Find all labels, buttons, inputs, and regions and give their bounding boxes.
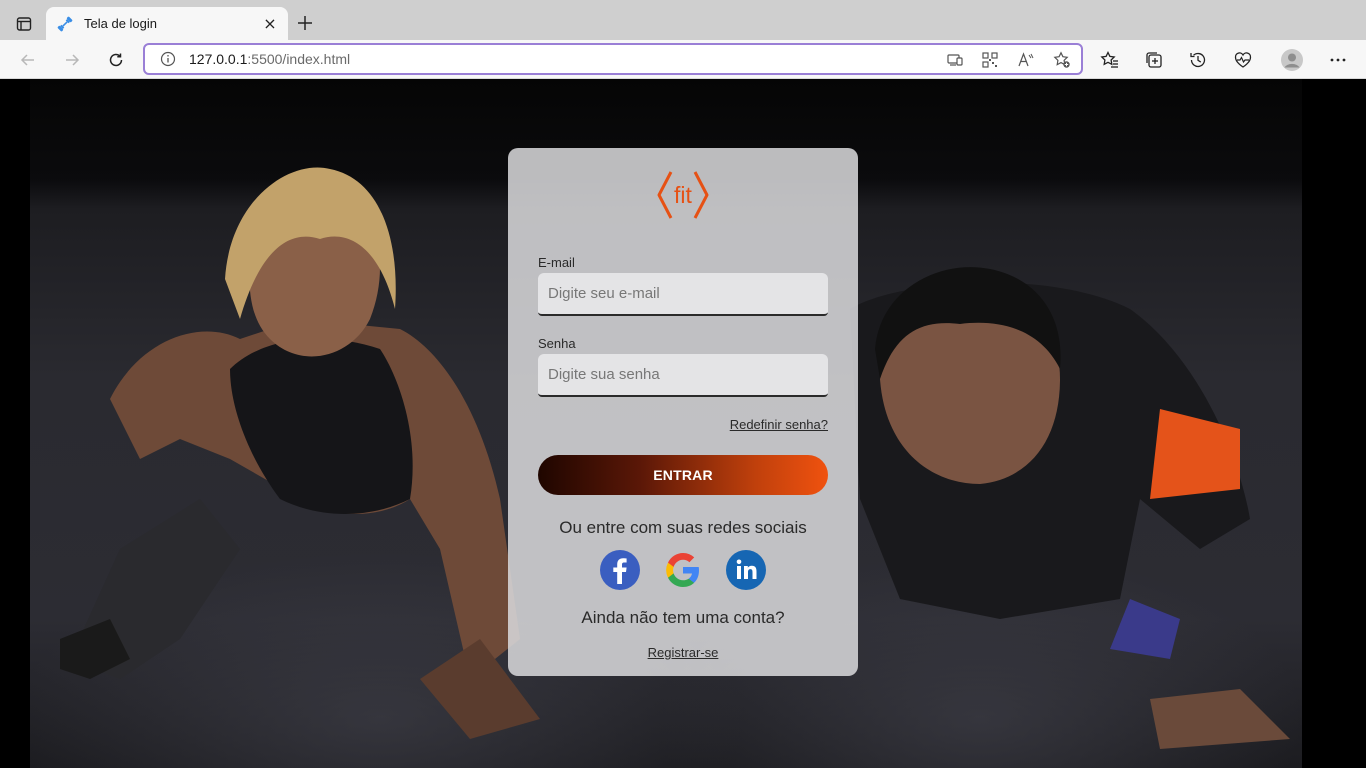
- url-path: :5500/index.html: [247, 51, 351, 67]
- browser-tab[interactable]: Tela de login ×: [46, 7, 288, 40]
- add-favorite-icon[interactable]: [1052, 50, 1072, 70]
- read-aloud-icon[interactable]: [1016, 50, 1036, 70]
- new-tab-icon[interactable]: [294, 12, 316, 34]
- collections-icon[interactable]: [1142, 48, 1166, 72]
- performance-icon[interactable]: [1231, 48, 1255, 72]
- history-icon[interactable]: [1186, 48, 1210, 72]
- linkedin-icon[interactable]: [726, 550, 766, 590]
- info-icon[interactable]: [159, 50, 177, 68]
- no-account-text: Ainda não tem uma conta?: [581, 608, 785, 627]
- close-tab-icon[interactable]: ×: [262, 14, 278, 33]
- password-label: Senha: [538, 336, 576, 351]
- tab-actions-icon[interactable]: [12, 12, 36, 36]
- password-field[interactable]: [538, 354, 828, 397]
- fit-logo: fit: [657, 171, 709, 219]
- url-text: 127.0.0.1:5500/index.html: [189, 51, 350, 67]
- email-label: E-mail: [538, 255, 575, 270]
- woman-athlete-figure: [60, 167, 540, 739]
- device-icon[interactable]: [945, 50, 965, 70]
- forgot-password-link[interactable]: Redefinir senha?: [730, 417, 828, 432]
- browser-toolbar: 127.0.0.1:5500/index.html: [0, 40, 1366, 79]
- forward-icon[interactable]: [60, 48, 84, 72]
- refresh-icon[interactable]: [104, 48, 128, 72]
- profile-avatar-icon[interactable]: [1280, 48, 1304, 72]
- google-icon[interactable]: [663, 550, 703, 590]
- back-icon[interactable]: [16, 48, 40, 72]
- facebook-icon[interactable]: [600, 550, 640, 590]
- register-link[interactable]: Registrar-se: [508, 645, 858, 660]
- browser-tab-bar: Tela de login ×: [0, 0, 1366, 40]
- url-host: 127.0.0.1: [189, 51, 248, 67]
- favorites-icon[interactable]: [1098, 48, 1122, 72]
- dumbbell-icon: [56, 15, 74, 33]
- login-button[interactable]: ENTRAR: [538, 455, 828, 495]
- more-options-icon[interactable]: [1326, 48, 1350, 72]
- man-athlete-figure: [850, 267, 1290, 749]
- page-background: fit E-mail Senha Redefinir senha? ENTRAR…: [0, 79, 1366, 768]
- tab-title: Tela de login: [84, 16, 157, 31]
- social-login-prompt: Ou entre com suas redes sociais: [559, 518, 807, 537]
- address-bar[interactable]: 127.0.0.1:5500/index.html: [143, 43, 1083, 75]
- qr-code-icon[interactable]: [980, 50, 1000, 70]
- login-card: fit E-mail Senha Redefinir senha? ENTRAR…: [508, 148, 858, 676]
- logo-text: fit: [674, 182, 693, 208]
- email-field[interactable]: [538, 273, 828, 316]
